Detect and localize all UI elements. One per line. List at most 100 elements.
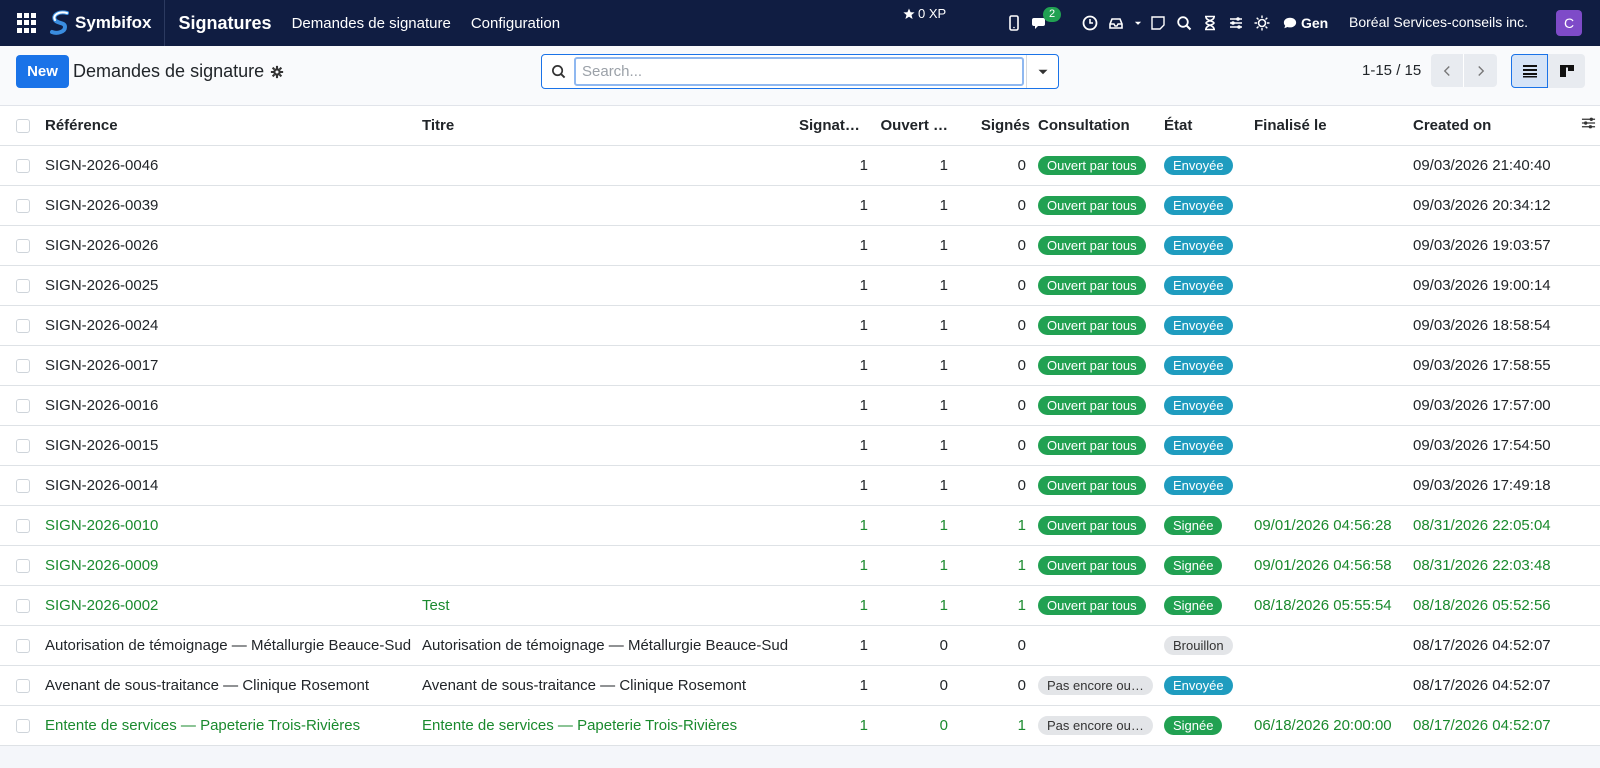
- cell-ouvert[interactable]: 1: [872, 545, 952, 586]
- cell-etat[interactable]: Envoyée: [1160, 425, 1250, 466]
- cell-titre[interactable]: [418, 145, 795, 186]
- header-signataires[interactable]: Signatai…: [795, 106, 872, 146]
- cell-etat[interactable]: Signée: [1160, 505, 1250, 546]
- cell-created[interactable]: 08/17/2026 04:52:07: [1409, 625, 1567, 666]
- cell-ouvert[interactable]: 1: [872, 185, 952, 226]
- cell-consultation[interactable]: Ouvert par tous: [1034, 465, 1160, 506]
- cell-created[interactable]: 09/03/2026 21:40:40: [1409, 145, 1567, 186]
- cell-ouvert[interactable]: 1: [872, 225, 952, 266]
- cell-ouvert[interactable]: 0: [872, 705, 952, 746]
- brand[interactable]: Symbifox: [49, 0, 165, 46]
- xp-indicator[interactable]: 0 XP: [903, 6, 946, 21]
- cell-finalise[interactable]: [1250, 185, 1409, 226]
- cell-consultation[interactable]: Ouvert par tous: [1034, 265, 1160, 306]
- cell-etat[interactable]: Envoyée: [1160, 185, 1250, 226]
- cell-ouvert[interactable]: 1: [872, 345, 952, 386]
- table-row[interactable]: SIGN-2026-0016 1 1 0 Ouvert par tous Envoyée 0…: [0, 385, 1600, 426]
- cell-signataires[interactable]: 1: [795, 585, 872, 626]
- table-row[interactable]: SIGN-2026-0014 1 1 0 Ouvert par tous Envoyée 0…: [0, 465, 1600, 506]
- cell-titre[interactable]: [418, 265, 795, 306]
- cell-finalise[interactable]: 06/18/2026 20:00:00: [1250, 705, 1409, 746]
- clock-icon[interactable]: [1081, 14, 1099, 32]
- cell-ouvert[interactable]: 0: [872, 625, 952, 666]
- app-menu-icon[interactable]: [17, 13, 37, 33]
- row-checkbox[interactable]: [16, 638, 30, 653]
- cell-reference[interactable]: SIGN-2026-0046: [41, 145, 418, 186]
- cell-reference[interactable]: SIGN-2026-0026: [41, 225, 418, 266]
- table-row[interactable]: SIGN-2026-0002 Test 1 1 1 Ouvert par tous Sign…: [0, 585, 1600, 626]
- row-checkbox[interactable]: [16, 718, 30, 733]
- cell-signataires[interactable]: 1: [795, 145, 872, 186]
- cell-reference[interactable]: Avenant de sous-traitance — Clinique Ros…: [41, 665, 418, 706]
- cell-consultation[interactable]: Ouvert par tous: [1034, 385, 1160, 426]
- cell-signes[interactable]: 1: [952, 505, 1034, 546]
- header-titre[interactable]: Titre: [418, 106, 795, 146]
- cell-titre[interactable]: [418, 505, 795, 546]
- cell-reference[interactable]: SIGN-2026-0016: [41, 385, 418, 426]
- select-all-checkbox[interactable]: [16, 118, 30, 133]
- cell-signataires[interactable]: 1: [795, 705, 872, 746]
- header-ouvert[interactable]: Ouvert …: [872, 106, 952, 146]
- messages-icon[interactable]: 2: [1031, 7, 1062, 32]
- cell-signataires[interactable]: 1: [795, 665, 872, 706]
- cell-etat[interactable]: Envoyée: [1160, 665, 1250, 706]
- table-row[interactable]: SIGN-2026-0046 1 1 0 Ouvert par tous Envoyée 0…: [0, 145, 1600, 186]
- cell-created[interactable]: 08/17/2026 04:52:07: [1409, 705, 1567, 746]
- header-finalise[interactable]: Finalisé le: [1250, 106, 1409, 146]
- cell-ouvert[interactable]: 1: [872, 265, 952, 306]
- cell-reference[interactable]: SIGN-2026-0017: [41, 345, 418, 386]
- cell-finalise[interactable]: [1250, 225, 1409, 266]
- pager-next-button[interactable]: [1464, 54, 1497, 87]
- cell-consultation[interactable]: Ouvert par tous: [1034, 185, 1160, 226]
- cell-reference[interactable]: Autorisation de témoignage — Métallurgie…: [41, 625, 418, 666]
- cell-consultation[interactable]: Pas encore ouvert: [1034, 665, 1160, 706]
- table-row[interactable]: SIGN-2026-0015 1 1 0 Ouvert par tous Envoyée 0…: [0, 425, 1600, 466]
- cell-signes[interactable]: 0: [952, 185, 1034, 226]
- cell-created[interactable]: 08/17/2026 04:52:07: [1409, 665, 1567, 706]
- cell-finalise[interactable]: [1250, 665, 1409, 706]
- cell-created[interactable]: 09/03/2026 17:58:55: [1409, 345, 1567, 386]
- cell-signes[interactable]: 0: [952, 385, 1034, 426]
- table-row[interactable]: Autorisation de témoignage — Métallurgie…: [0, 625, 1600, 666]
- cell-titre[interactable]: [418, 425, 795, 466]
- table-row[interactable]: SIGN-2026-0039 1 1 0 Ouvert par tous Envoyée 0…: [0, 185, 1600, 226]
- cell-reference[interactable]: SIGN-2026-0010: [41, 505, 418, 546]
- gen-chat-button[interactable]: Gen: [1283, 15, 1328, 31]
- cell-signataires[interactable]: 1: [795, 185, 872, 226]
- table-row[interactable]: SIGN-2026-0025 1 1 0 Ouvert par tous Envoyée 0…: [0, 265, 1600, 306]
- cell-consultation[interactable]: [1034, 625, 1160, 666]
- company-switcher[interactable]: Boréal Services-conseils inc.: [1349, 14, 1528, 30]
- header-consultation[interactable]: Consultation: [1034, 106, 1160, 146]
- mobile-icon[interactable]: [1005, 14, 1023, 32]
- cell-signataires[interactable]: 1: [795, 625, 872, 666]
- cell-reference[interactable]: Entente de services — Papeterie Trois-Ri…: [41, 705, 418, 746]
- cell-consultation[interactable]: Ouvert par tous: [1034, 585, 1160, 626]
- cell-created[interactable]: 09/03/2026 19:00:14: [1409, 265, 1567, 306]
- cell-etat[interactable]: Envoyée: [1160, 225, 1250, 266]
- cell-signes[interactable]: 1: [952, 705, 1034, 746]
- cell-ouvert[interactable]: 1: [872, 425, 952, 466]
- cell-signataires[interactable]: 1: [795, 425, 872, 466]
- cell-etat[interactable]: Envoyée: [1160, 265, 1250, 306]
- cell-signes[interactable]: 0: [952, 225, 1034, 266]
- table-row[interactable]: SIGN-2026-0017 1 1 0 Ouvert par tous Envoyée 0…: [0, 345, 1600, 386]
- cell-etat[interactable]: Envoyée: [1160, 305, 1250, 346]
- cell-signataires[interactable]: 1: [795, 305, 872, 346]
- cell-titre[interactable]: Autorisation de témoignage — Métallurgie…: [418, 625, 795, 666]
- search-options-toggle[interactable]: [1026, 55, 1058, 88]
- cell-created[interactable]: 08/31/2026 22:03:48: [1409, 545, 1567, 586]
- search-icon[interactable]: [1175, 14, 1193, 32]
- cell-signes[interactable]: 0: [952, 345, 1034, 386]
- cell-finalise[interactable]: 09/01/2026 04:56:58: [1250, 545, 1409, 586]
- cell-created[interactable]: 09/03/2026 20:34:12: [1409, 185, 1567, 226]
- cell-signes[interactable]: 0: [952, 625, 1034, 666]
- kanban-view-button[interactable]: [1548, 54, 1585, 88]
- pager-previous-button[interactable]: [1431, 54, 1464, 87]
- cell-signataires[interactable]: 1: [795, 225, 872, 266]
- cell-finalise[interactable]: [1250, 265, 1409, 306]
- list-view-button[interactable]: [1511, 54, 1548, 88]
- row-checkbox[interactable]: [16, 398, 30, 413]
- cell-etat[interactable]: Signée: [1160, 585, 1250, 626]
- user-avatar[interactable]: C: [1556, 10, 1582, 36]
- row-checkbox[interactable]: [16, 678, 30, 693]
